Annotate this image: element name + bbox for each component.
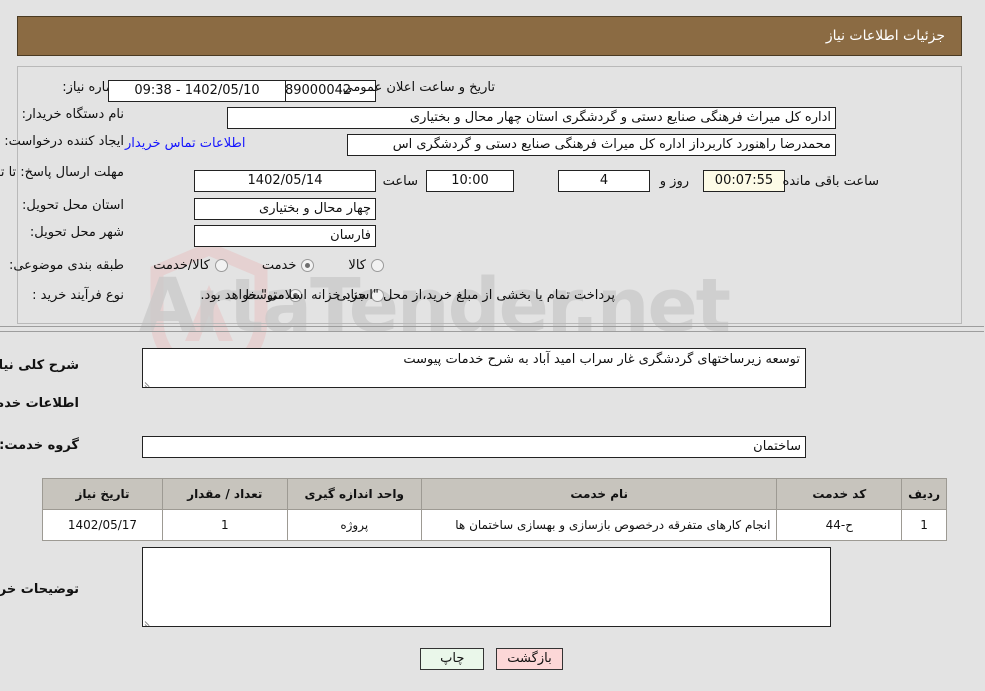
table-header-row: ردیف کد خدمت نام خدمت واحد اندازه گیری ت… bbox=[43, 478, 948, 510]
action-buttons: بازگشت چاپ bbox=[0, 648, 985, 670]
creator-label: ایجاد کننده درخواست: bbox=[5, 134, 125, 149]
category-radio-group: کالا خدمت کالا/خدمت bbox=[154, 258, 385, 273]
remaining-days-label: روز و bbox=[660, 173, 690, 189]
buyer-notes-label: توضیحات خریدار; bbox=[0, 582, 80, 597]
col-row: ردیف bbox=[902, 478, 948, 510]
radio-circle-icon[interactable] bbox=[372, 259, 385, 272]
col-quantity: تعداد / مقدار bbox=[162, 478, 289, 510]
print-button[interactable]: چاپ bbox=[421, 648, 486, 670]
section-divider-2 bbox=[0, 331, 985, 332]
deadline-hour-label-row: ساعت bbox=[384, 170, 419, 192]
cell-name: انجام کارهای متفرقه درخصوص بازسازی و بهس… bbox=[421, 509, 779, 541]
deadline-date[interactable]: 1402/05/14 bbox=[195, 170, 377, 192]
remaining-timer-label: ساعت باقی مانده bbox=[783, 173, 880, 189]
category-label-row: طبقه بندی موضوعی: bbox=[10, 258, 125, 273]
back-button[interactable]: بازگشت bbox=[497, 648, 564, 670]
radio-category-service[interactable]: خدمت bbox=[263, 258, 316, 273]
radio-category-goods-label: کالا bbox=[349, 258, 367, 273]
col-name: نام خدمت bbox=[421, 478, 779, 510]
radio-category-goods[interactable]: کالا bbox=[349, 258, 385, 273]
services-section-title-row: اطلاعات خدمات مورد نیاز bbox=[0, 396, 80, 411]
services-section-title: اطلاعات خدمات مورد نیاز bbox=[0, 396, 80, 411]
description-textarea[interactable]: توسعه زیرساختهای گردشگری غار سراب امید آ… bbox=[143, 348, 807, 388]
contact-link-row: اطلاعات تماس خریدار bbox=[126, 136, 246, 151]
radio-circle-selected-icon[interactable] bbox=[302, 259, 316, 272]
province-label: استان محل تحویل: bbox=[23, 198, 125, 213]
col-code: کد خدمت bbox=[777, 478, 904, 510]
deadline-hour[interactable]: 10:00 bbox=[427, 170, 515, 192]
province-label-row: استان محل تحویل: bbox=[23, 198, 125, 213]
buyer-notes-textarea[interactable] bbox=[143, 547, 832, 627]
buyer-org-label-row: نام دستگاه خریدار: bbox=[23, 107, 125, 122]
category-label: طبقه بندی موضوعی: bbox=[9, 258, 125, 273]
radio-category-goods-service-label: کالا/خدمت bbox=[154, 258, 211, 273]
creator-label-row: ایجاد کننده درخواست: bbox=[5, 134, 125, 149]
announce-label: تاریخ و ساعت اعلان عمومی: bbox=[339, 80, 496, 95]
resize-grip-icon[interactable] bbox=[145, 615, 156, 626]
table-row: 1 ح-44 انجام کارهای متفرقه درخصوص بازساز… bbox=[43, 509, 948, 541]
buyer-org-label: نام دستگاه خریدار: bbox=[22, 107, 125, 122]
section-divider bbox=[0, 326, 985, 327]
radio-circle-icon[interactable] bbox=[215, 259, 229, 272]
cell-row: 1 bbox=[902, 509, 948, 541]
radio-category-service-label: خدمت bbox=[262, 258, 298, 273]
deadline-label: مهلت ارسال پاسخ: تا تاریخ: bbox=[0, 165, 125, 180]
province-value[interactable]: چهار محال و بختیاری bbox=[195, 198, 377, 220]
payment-note-row: پرداخت تمام یا بخشی از مبلغ خرید،از محل … bbox=[201, 288, 616, 303]
process-label-row: نوع فرآیند خرید : bbox=[33, 288, 125, 303]
service-group-label-row: گروه خدمت: bbox=[0, 438, 80, 453]
description-value: توسعه زیرساختهای گردشگری غار سراب امید آ… bbox=[404, 352, 801, 367]
details-panel bbox=[18, 66, 963, 324]
remaining-timer-label-row: ساعت باقی مانده bbox=[784, 170, 880, 192]
page-header: جزئیات اطلاعات نیاز bbox=[18, 16, 963, 56]
creator-value[interactable]: محمدرضا راهنورد کاربرداز اداره کل میراث … bbox=[348, 134, 837, 156]
announce-value[interactable]: 1402/05/10 - 09:38 bbox=[109, 80, 287, 102]
remaining-timer: 00:07:55 bbox=[704, 170, 786, 192]
remaining-days[interactable]: 4 bbox=[559, 170, 651, 192]
city-value[interactable]: فارسان bbox=[195, 225, 377, 247]
resize-grip-icon[interactable] bbox=[145, 376, 156, 387]
radio-category-goods-service[interactable]: کالا/خدمت bbox=[154, 258, 229, 273]
process-label: نوع فرآیند خرید : bbox=[33, 288, 125, 303]
announce-label-row: تاریخ و ساعت اعلان عمومی: bbox=[339, 80, 496, 95]
buyer-org-value[interactable]: اداره کل میراث فرهنگی صنایع دستی و گردشگ… bbox=[228, 107, 837, 129]
description-label-row: شرح کلی نیاز: bbox=[0, 358, 80, 373]
service-group-value[interactable]: ساختمان bbox=[143, 436, 807, 458]
cell-code: ح-44 bbox=[777, 509, 904, 541]
cell-quantity: 1 bbox=[162, 509, 289, 541]
page-title: جزئیات اطلاعات نیاز bbox=[826, 28, 946, 44]
description-label: شرح کلی نیاز: bbox=[0, 358, 80, 373]
service-group-label: گروه خدمت: bbox=[0, 438, 80, 453]
deadline-hour-label: ساعت bbox=[383, 173, 419, 189]
page-root: ArtaTender.net جزئیات اطلاعات نیاز شماره… bbox=[0, 0, 985, 691]
col-unit: واحد اندازه گیری bbox=[287, 478, 423, 510]
buyer-contact-link[interactable]: اطلاعات تماس خریدار bbox=[126, 136, 246, 151]
col-date: تاریخ نیاز bbox=[43, 478, 164, 510]
city-label-row: شهر محل تحویل: bbox=[31, 225, 125, 240]
city-label: شهر محل تحویل: bbox=[30, 225, 125, 240]
cell-unit: پروژه bbox=[287, 509, 423, 541]
cell-date: 1402/05/17 bbox=[43, 509, 164, 541]
remaining-days-label-row: روز و bbox=[661, 170, 690, 192]
services-table: ردیف کد خدمت نام خدمت واحد اندازه گیری ت… bbox=[43, 478, 948, 541]
buyer-notes-label-row: توضیحات خریدار; bbox=[0, 582, 80, 597]
payment-note: پرداخت تمام یا بخشی از مبلغ خرید،از محل … bbox=[201, 288, 616, 303]
deadline-label-row: مهلت ارسال پاسخ: تا تاریخ: bbox=[0, 165, 125, 181]
